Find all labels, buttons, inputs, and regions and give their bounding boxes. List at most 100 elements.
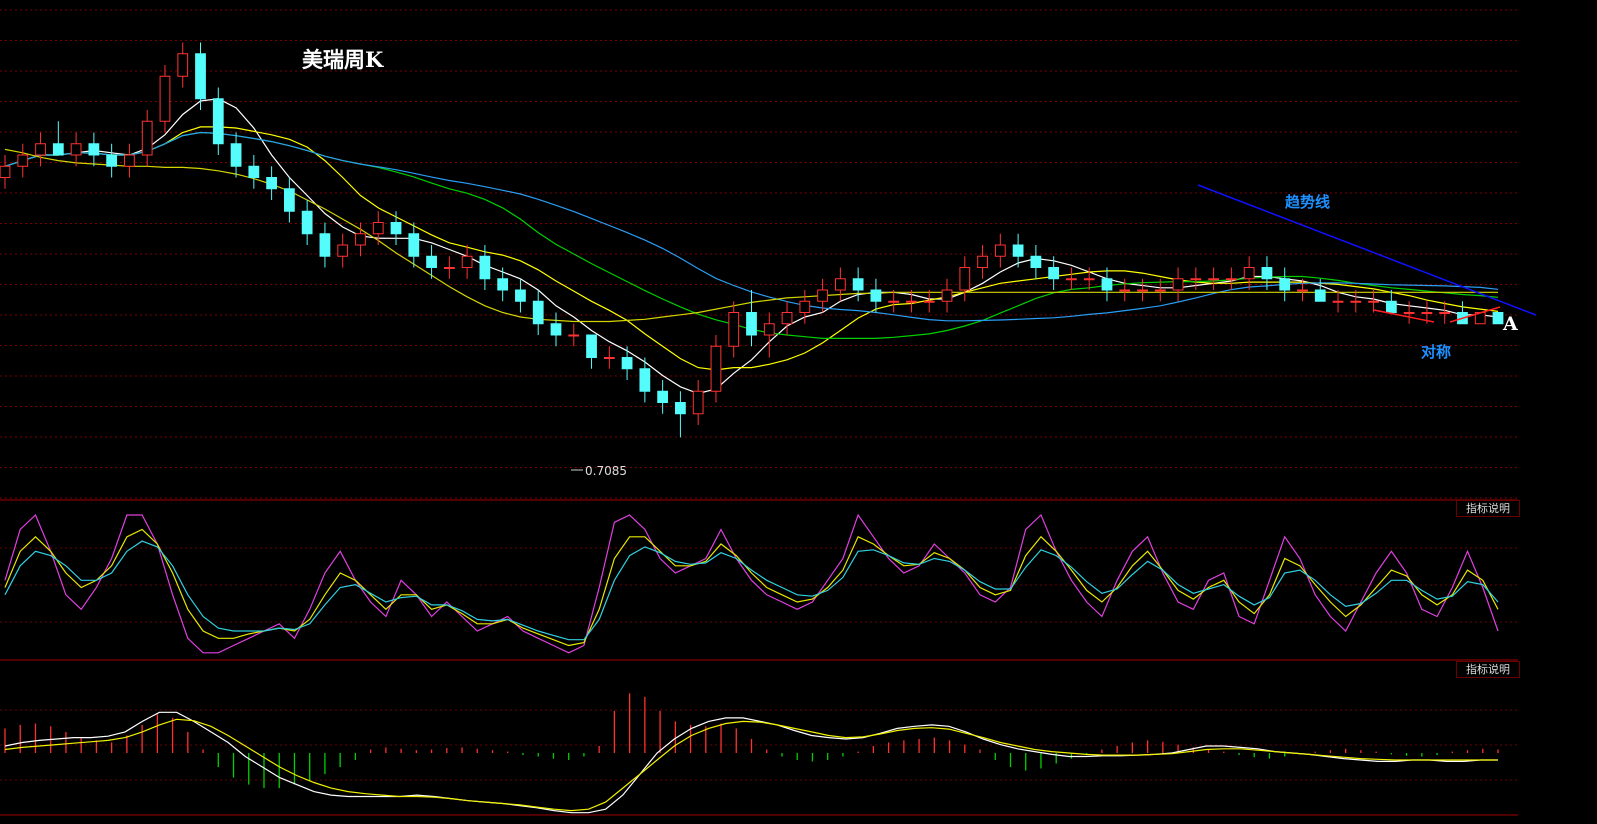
candle-down xyxy=(266,177,277,190)
candle-down xyxy=(248,165,260,178)
candle-down xyxy=(746,312,757,336)
candle-up xyxy=(1083,278,1095,281)
candle-up xyxy=(124,154,135,167)
candle-up xyxy=(1297,289,1308,292)
candle-up xyxy=(1066,278,1077,281)
candle-up xyxy=(461,255,473,268)
candle-up xyxy=(692,390,704,415)
candle-up xyxy=(35,143,46,156)
candle-up xyxy=(834,278,846,291)
candle-up xyxy=(710,345,722,392)
candle-down xyxy=(1261,267,1273,280)
candle-up xyxy=(888,300,900,303)
candle-up xyxy=(799,300,811,313)
moving-average-lines xyxy=(4,98,1499,395)
kdj-indicator-lines xyxy=(4,513,1499,654)
candle-down xyxy=(88,143,100,156)
candle-up xyxy=(1154,289,1166,292)
candle-down xyxy=(195,53,206,100)
candle-down xyxy=(675,402,686,415)
candle-up xyxy=(959,267,971,291)
candle-down xyxy=(106,154,118,167)
candle-up xyxy=(0,165,11,178)
candle-up xyxy=(817,289,828,302)
candle-down xyxy=(639,368,651,392)
indicator-info-button-macd[interactable]: 指标说明 xyxy=(1456,661,1520,678)
macd-line-dea xyxy=(4,718,1498,812)
candle-up xyxy=(781,312,793,325)
candle-down xyxy=(621,357,633,370)
candle-down xyxy=(408,233,420,257)
candle-down xyxy=(230,143,242,167)
candle-down xyxy=(870,289,882,302)
chart-canvas: 0.7085 xyxy=(0,9,1537,816)
candle-up xyxy=(977,255,988,268)
candle-up xyxy=(603,357,615,359)
candle-up xyxy=(1226,278,1237,281)
candle-up xyxy=(443,267,455,269)
macd-line-dif xyxy=(4,711,1498,814)
macd-indicator xyxy=(4,693,1499,814)
candle-down xyxy=(1279,278,1291,291)
candle-up xyxy=(355,233,366,246)
annotations: 0.7085 xyxy=(571,184,1537,478)
indicator-line-2 xyxy=(4,540,1499,641)
candle-down xyxy=(657,390,669,403)
candle-down xyxy=(52,143,64,156)
candle-down xyxy=(1492,312,1504,325)
candle-down xyxy=(515,289,526,302)
candle-up xyxy=(177,53,189,77)
candle-up xyxy=(923,300,935,303)
candle-up xyxy=(568,334,580,337)
candle-down xyxy=(586,334,597,358)
candle-down xyxy=(1030,255,1042,268)
candle-down xyxy=(319,233,331,257)
candle-up xyxy=(1403,312,1415,314)
candle-up xyxy=(763,323,775,336)
candle-down xyxy=(1012,244,1024,257)
candle-up xyxy=(1350,300,1362,303)
candle-up xyxy=(141,120,153,156)
candle-up xyxy=(159,75,171,122)
candle-up xyxy=(1119,289,1131,292)
candle-up xyxy=(1332,300,1344,303)
candle-up xyxy=(906,300,917,303)
trend-line xyxy=(1197,184,1537,316)
grid-lines xyxy=(0,9,1518,816)
candle-down xyxy=(212,98,224,145)
candle-up xyxy=(70,143,82,156)
candle-up xyxy=(941,289,953,302)
candle-up xyxy=(1243,267,1255,280)
candle-up xyxy=(17,154,29,167)
candle-down xyxy=(852,278,864,291)
indicator-line-1 xyxy=(4,528,1499,647)
candle-down xyxy=(550,323,562,336)
symmetry-left-line xyxy=(1373,309,1435,323)
candle-down xyxy=(283,188,295,212)
ma-line-ma5 xyxy=(4,98,1499,395)
candle-down xyxy=(1101,278,1113,291)
candle-up xyxy=(994,244,1006,257)
min-price-label: 0.7085 xyxy=(585,464,627,478)
chart-title: 美瑞周K xyxy=(302,47,384,72)
candle-down xyxy=(1385,300,1397,313)
symmetry-label: 对称 xyxy=(1421,343,1452,361)
candle-up xyxy=(1190,278,1202,281)
candle-up xyxy=(728,312,740,347)
candle-down xyxy=(301,210,313,235)
candle-up xyxy=(1439,312,1451,314)
candle-down xyxy=(426,255,437,268)
candle-down xyxy=(1048,267,1060,280)
candle-down xyxy=(1314,289,1326,302)
candle-up xyxy=(1421,312,1433,314)
candle-up xyxy=(337,244,349,257)
candle-down xyxy=(497,278,509,291)
indicator-info-button-kdj[interactable]: 指标说明 xyxy=(1456,500,1520,517)
trend-line-label: 趋势线 xyxy=(1285,193,1331,211)
candle-down xyxy=(479,255,491,280)
candle-up xyxy=(372,222,384,235)
candle-up xyxy=(1172,278,1184,291)
candle-up xyxy=(1137,289,1148,292)
point-a-label: A xyxy=(1503,313,1518,335)
candle-up xyxy=(1368,300,1379,303)
